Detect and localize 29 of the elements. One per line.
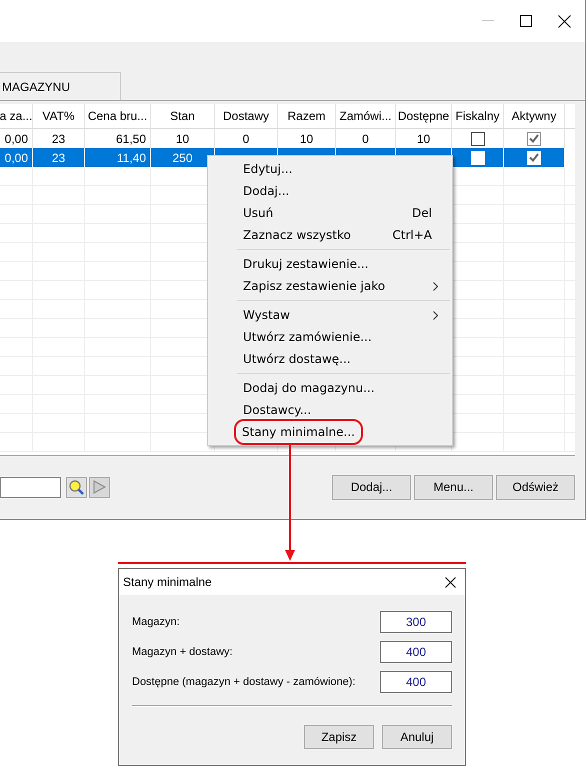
field-label: Magazyn + dostawy: <box>132 644 233 660</box>
menu-item-label: Utwórz dostawę... <box>242 351 352 368</box>
field-label: Dostępne (magazyn + dostawy - zamówione): <box>132 674 356 690</box>
menu-item-label: Zaznacz wszystko <box>242 227 352 244</box>
menu-item-label: Edytuj... <box>242 161 294 178</box>
table-cell-text: 0,00 <box>4 150 28 166</box>
table-cell-text: 0 <box>361 130 370 148</box>
menu-item-label: Dostawcy... <box>242 402 312 419</box>
field-label: Magazyn: <box>132 614 180 630</box>
menu-item-label: Zapisz zestawienie jako <box>242 278 386 295</box>
shortcut-label: Del <box>412 205 432 222</box>
table-cell-text: 61,50 <box>114 130 146 148</box>
menu-item-label: Usuń <box>242 205 274 222</box>
menu-item-label: Wystaw <box>242 307 291 324</box>
table-cell-text: 11,40 <box>116 150 146 166</box>
table-cell-text: 10 <box>174 130 190 148</box>
shortcut-label: Ctrl+A <box>392 227 432 244</box>
menu-item-label: Dodaj do magazynu... <box>242 380 376 397</box>
table-cell-text: 10 <box>416 130 432 148</box>
table-cell-text: 0,00 <box>4 130 28 148</box>
table-cell-text: 23 <box>50 150 66 166</box>
menu-item-label: Dodaj... <box>242 183 290 200</box>
menu-item-label: Drukuj zestawienie... <box>242 256 370 273</box>
table-cell-text: 23 <box>50 130 66 148</box>
dialog-title: Stany minimalne <box>123 574 212 591</box>
table-cell-text: 0 <box>242 130 250 148</box>
table-cell-text: 250 <box>171 150 194 166</box>
menu-item-label: Utwórz zamówienie... <box>242 329 373 346</box>
table-cell-text: 10 <box>298 130 314 148</box>
